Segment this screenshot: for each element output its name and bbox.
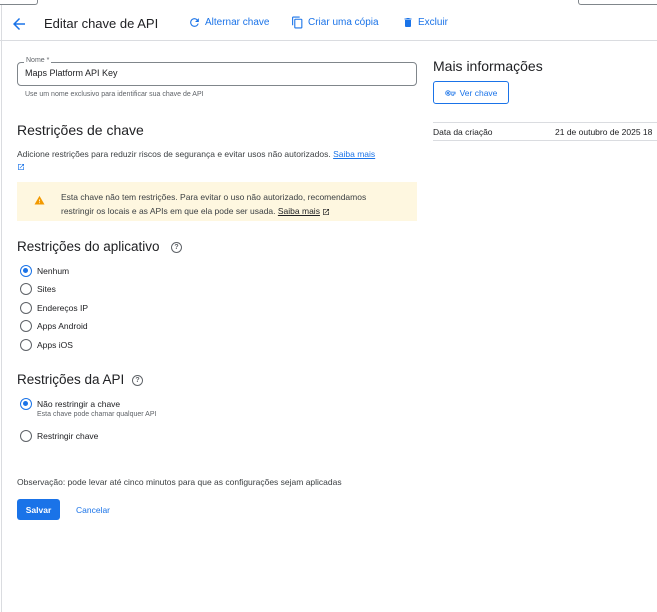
copy-key-label: Criar uma cópia [308,17,379,28]
delete-key-label: Excluir [418,17,449,28]
creation-date-row: Data da criação 21 de outubro de 2025 18 [433,122,657,141]
name-field-hint: Use um nome exclusivo para identificar s… [25,91,204,98]
top-right-tab-edge [578,0,657,5]
top-left-tab-edge [0,0,38,5]
no-restriction-warning: Esta chave não tem restrições. Para evit… [17,182,417,221]
rotate-key-button[interactable]: Alternar chave [188,16,269,29]
key-restrictions-description: Adicione restrições para reduzir riscos … [17,148,417,172]
radio-button[interactable] [20,283,32,295]
creation-date-value: 21 de outubro de 2025 18 [555,127,653,137]
warning-icon [34,195,45,205]
name-input[interactable] [25,68,405,78]
side-panel-title: Mais informações [433,58,543,74]
learn-more-link[interactable]: Saiba mais [333,149,375,159]
radio-button[interactable] [20,398,32,410]
warning-learn-more-link[interactable]: Saiba mais [278,206,320,216]
save-button[interactable]: Salvar [17,499,60,520]
help-icon[interactable]: ? [171,242,182,253]
app-restrictions-title: Restrições do aplicativo [17,239,160,254]
view-key-button[interactable]: Ver chave [433,81,509,104]
app-restriction-none[interactable]: Nenhum [20,265,69,277]
name-field[interactable]: Nome * [17,57,417,86]
rotate-key-label: Alternar chave [205,17,270,28]
external-link-icon[interactable] [322,208,330,216]
refresh-icon [190,18,199,27]
radio-button[interactable] [20,339,32,351]
key-icon [444,89,456,96]
radio-label: Sites [37,284,56,294]
radio-label: Restringir chave [37,431,99,441]
key-restrictions-title: Restrições de chave [17,122,144,138]
page-title: Editar chave de API [44,16,159,31]
delete-key-button[interactable]: Excluir [402,16,448,29]
view-key-label: Ver chave [459,87,498,98]
copy-key-button[interactable]: Criar uma cópia [291,16,379,29]
key-restrictions-text: Adicione restrições para reduzir riscos … [17,149,331,159]
warning-text: Esta chave não tem restrições. Para evit… [61,190,401,218]
help-icon[interactable]: ? [132,375,143,386]
radio-button[interactable] [20,320,32,332]
toolbar: Editar chave de API Alternar chave Criar… [0,9,657,41]
radio-label: Apps iOS [37,340,73,350]
radio-button[interactable] [20,302,32,314]
radio-label: Apps Android [37,321,88,331]
name-field-label: Nome * [24,57,52,64]
left-divider [1,5,2,612]
back-button[interactable] [10,15,28,33]
arrow-back-icon [13,18,25,30]
radio-button[interactable] [20,265,32,277]
radio-label: Nenhum [37,266,70,276]
app-restriction-android[interactable]: Apps Android [20,320,88,332]
app-restriction-ios[interactable]: Apps iOS [20,339,73,351]
radio-label: Não restringir a chave Esta chave pode c… [37,398,156,419]
trash-icon [404,18,412,27]
api-restrictions-title: Restrições da API [17,372,125,387]
radio-sublabel: Esta chave pode chamar qualquer API [37,411,157,418]
app-restriction-sites[interactable]: Sites [20,283,56,295]
radio-label: Endereços IP [37,303,89,313]
creation-date-label: Data da criação [433,127,493,137]
radio-button[interactable] [20,430,32,442]
warning-message: Esta chave não tem restrições. Para evit… [61,192,367,216]
cancel-button[interactable]: Cancelar [66,499,120,520]
app-restriction-ip[interactable]: Endereços IP [20,302,88,314]
copy-icon [292,16,303,29]
api-restriction-restrict[interactable]: Restringir chave [20,430,98,442]
api-restriction-none[interactable]: Não restringir a chave Esta chave pode c… [20,398,156,419]
footer-note: Observação: pode levar até cinco minutos… [17,477,342,487]
external-link-icon[interactable] [17,163,25,171]
radio-main-label: Não restringir a chave [37,399,121,409]
